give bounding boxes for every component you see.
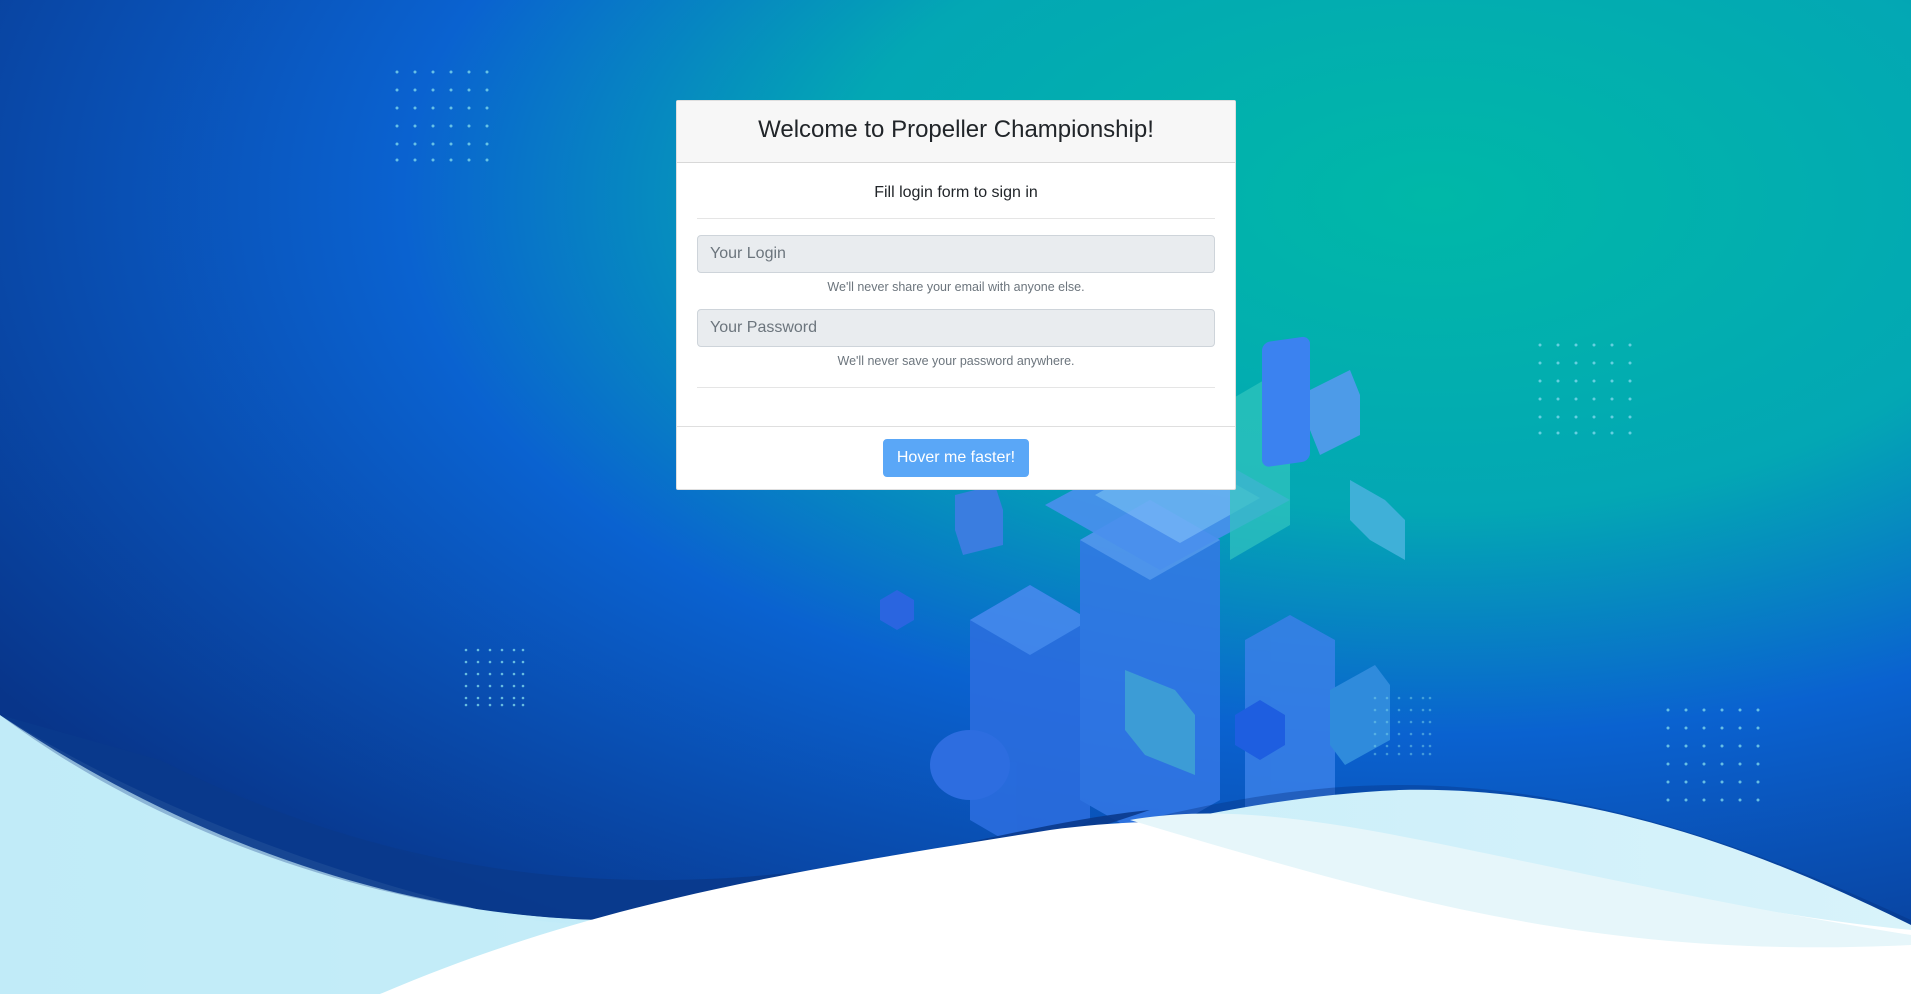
phone-icon (1262, 336, 1310, 467)
form-subtitle: Fill login form to sign in (697, 163, 1215, 219)
chart-icon (955, 485, 1003, 555)
login-input[interactable] (697, 235, 1215, 273)
password-help-text: We'll never save your password anywhere. (837, 354, 1075, 368)
card-footer: Hover me faster! (677, 427, 1235, 489)
password-input[interactable] (697, 309, 1215, 347)
login-field-group: We'll never share your email with anyone… (697, 235, 1215, 294)
page-title: Welcome to Propeller Championship! (758, 115, 1154, 143)
card-header: Welcome to Propeller Championship! (677, 101, 1235, 163)
login-card: Welcome to Propeller Championship! Fill … (676, 100, 1236, 490)
password-field-group: We'll never save your password anywhere. (697, 309, 1215, 368)
login-form: Fill login form to sign in We'll never s… (677, 163, 1235, 427)
login-help-text: We'll never share your email with anyone… (827, 280, 1085, 294)
submit-button[interactable]: Hover me faster! (882, 439, 1030, 477)
cloud-icon (930, 730, 1010, 800)
form-divider (697, 387, 1215, 388)
